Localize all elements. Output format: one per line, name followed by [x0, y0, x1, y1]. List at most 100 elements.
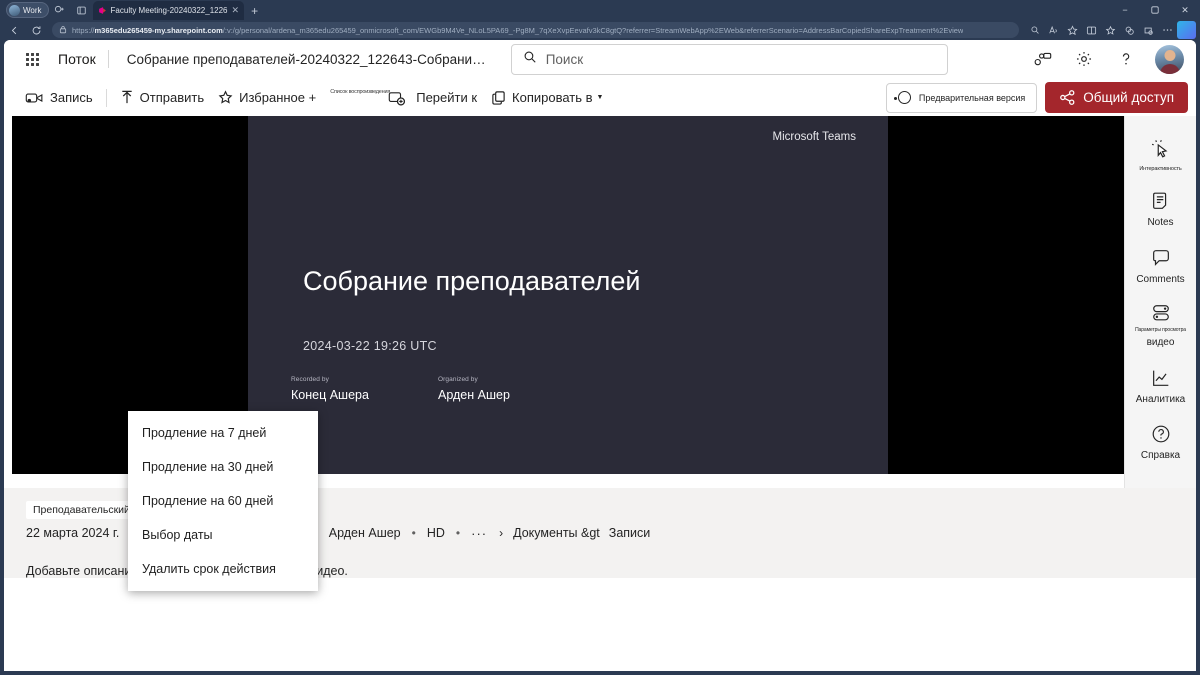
menu-item-extend-7[interactable]: Продление на 7 дней	[128, 416, 318, 450]
analytics-icon	[1152, 370, 1168, 386]
copilot-icon[interactable]	[1177, 21, 1196, 39]
maximize-button[interactable]	[1140, 0, 1170, 20]
search-box[interactable]	[510, 43, 948, 75]
navigation-bar: https://m365edu265459-my.sharepoint.com/…	[0, 20, 1200, 40]
goto-label: Перейти к	[416, 90, 478, 105]
preview-label: Предварительная версия	[918, 92, 1026, 103]
record-label: Запись	[50, 90, 93, 105]
menu-item-extend-30[interactable]: Продление на 30 дней	[128, 450, 318, 484]
collections-icon[interactable]	[1101, 21, 1120, 39]
right-rail: Интерактивность Notes Comments Параметры…	[1124, 116, 1196, 488]
window-controls: − ✕	[1110, 0, 1200, 20]
favorite-icon[interactable]	[1063, 21, 1082, 39]
toolbar-separator	[105, 88, 107, 107]
teams-watermark: Microsoft Teams	[772, 131, 856, 143]
upload-icon	[121, 90, 132, 104]
help-circle-icon	[1152, 425, 1169, 443]
goto-button[interactable]: Перейти к	[409, 83, 484, 113]
preview-toggle-button[interactable]: Предварительная версия	[885, 82, 1038, 113]
rail-label-notes: Notes	[1147, 217, 1174, 229]
stream-favicon-icon	[98, 7, 106, 14]
app-header: Поток Собрание преподавателей-20240322_1…	[4, 40, 1196, 79]
url-text: https://m365edu265459-my.sharepoint.com/…	[72, 25, 964, 35]
toggles-icon	[1152, 305, 1169, 321]
chevron-down-icon: ▼	[596, 94, 604, 101]
browser-tab[interactable]: Faculty Meeting-20240322_1226 ✕	[92, 1, 245, 20]
chevron-right-icon[interactable]: ›	[499, 526, 503, 540]
more-options-icon[interactable]	[1158, 21, 1177, 39]
menu-item-pick-date[interactable]: Выбор даты	[128, 518, 318, 552]
star-icon	[218, 90, 233, 104]
copy-icon	[492, 91, 505, 105]
organized-by-value: Арден Ашер	[438, 388, 510, 402]
lock-icon	[59, 25, 67, 36]
rail-label-analytics: Аналитика	[1135, 393, 1186, 405]
video-date: 22 марта 2024 г.	[26, 526, 120, 540]
separator-dot-2: •	[455, 526, 461, 540]
profile-avatar-icon	[9, 4, 20, 16]
refresh-icon[interactable]	[26, 21, 46, 39]
gear-icon[interactable]	[1065, 42, 1103, 76]
page-viewport: Поток Собрание преподавателей-20240322_1…	[4, 40, 1196, 671]
browser-essentials-icon[interactable]	[1120, 21, 1139, 39]
command-toolbar: Запись Отправить Избранное + Список восп…	[4, 79, 1196, 116]
read-aloud-icon[interactable]	[1044, 21, 1063, 39]
rail-item-interactivity[interactable]: Интерактивность	[1125, 130, 1197, 181]
separator-dot-1: •	[411, 526, 416, 540]
rail-item-video-settings[interactable]: Параметры просмотра видео	[1125, 294, 1197, 357]
profile-label: Work	[23, 5, 42, 15]
address-bar[interactable]: https://m365edu265459-my.sharepoint.com/…	[52, 22, 1019, 38]
playlist-button[interactable]: Список воспроизведения	[323, 83, 409, 113]
rail-label-help: Справка	[1140, 450, 1181, 462]
zoom-icon[interactable]	[1025, 21, 1044, 39]
tab-strip: Work Faculty Meeting-20240322_1226 ✕ + −…	[0, 0, 1200, 20]
close-tab-icon[interactable]: ✕	[232, 6, 240, 15]
copy-to-button[interactable]: Копировать в ▼	[484, 83, 610, 113]
more-details-button[interactable]: ···	[471, 526, 487, 541]
search-input[interactable]	[545, 51, 936, 67]
rail-item-notes[interactable]: Notes	[1125, 181, 1197, 238]
rail-item-comments[interactable]: Comments	[1125, 238, 1197, 295]
share-label: Общий доступ	[1083, 90, 1174, 105]
rail-item-analytics[interactable]: Аналитика	[1125, 358, 1197, 415]
record-button[interactable]: Запись	[18, 83, 100, 113]
app-brand-name[interactable]: Поток	[48, 51, 108, 67]
help-icon[interactable]	[1107, 42, 1145, 76]
recorded-by-block: Recorded by Конец Ашера	[291, 376, 369, 402]
breadcrumb-documents[interactable]: Документы &gt	[513, 526, 600, 540]
browser-toolbar-icons	[1025, 21, 1196, 39]
copy-label: Копировать в	[512, 90, 593, 105]
cursor-click-icon	[1151, 139, 1167, 158]
add-to-playlist-icon	[388, 91, 406, 105]
profile-pill[interactable]: Work	[6, 2, 49, 18]
browser-window: Work Faculty Meeting-20240322_1226 ✕ + −…	[0, 0, 1200, 675]
app-launcher-button[interactable]	[16, 52, 48, 66]
tab-search-icon[interactable]	[49, 1, 71, 19]
video-quality: HD	[426, 526, 445, 540]
share-button[interactable]: Общий доступ	[1045, 82, 1188, 113]
tab-list-icon[interactable]	[71, 1, 93, 19]
menu-item-remove-expiry[interactable]: Удалить срок действия	[128, 552, 318, 586]
tab-title: Faculty Meeting-20240322_1226	[110, 6, 228, 15]
minimize-button[interactable]: −	[1110, 0, 1140, 20]
split-screen-icon[interactable]	[1082, 21, 1101, 39]
video-frame: Microsoft Teams Собрание преподавателей …	[248, 116, 888, 474]
search-icon	[523, 50, 537, 69]
send-button[interactable]: Отправить	[113, 83, 211, 113]
new-tab-button[interactable]: +	[244, 4, 265, 18]
comment-icon	[1152, 249, 1169, 266]
favorites-button[interactable]: Избранное +	[211, 83, 323, 113]
rail-item-help[interactable]: Справка	[1125, 414, 1197, 471]
user-avatar[interactable]	[1155, 44, 1184, 74]
notes-icon	[1152, 192, 1166, 210]
meet-now-icon[interactable]	[1023, 42, 1061, 76]
back-icon[interactable]	[4, 21, 24, 39]
video-meeting-title: Собрание преподавателей	[303, 266, 641, 296]
organized-by-block: Organized by Арден Ашер	[438, 376, 510, 402]
extensions-icon[interactable]	[1139, 21, 1158, 39]
toolbar-right-actions: Предварительная версия Общий доступ	[885, 82, 1188, 113]
menu-item-extend-60[interactable]: Продление на 60 дней	[128, 484, 318, 518]
breadcrumb-recordings[interactable]: Записи	[609, 526, 651, 540]
close-window-button[interactable]: ✕	[1170, 0, 1200, 20]
expiry-context-menu: Продление на 7 дней Продление на 30 дней…	[128, 411, 318, 591]
